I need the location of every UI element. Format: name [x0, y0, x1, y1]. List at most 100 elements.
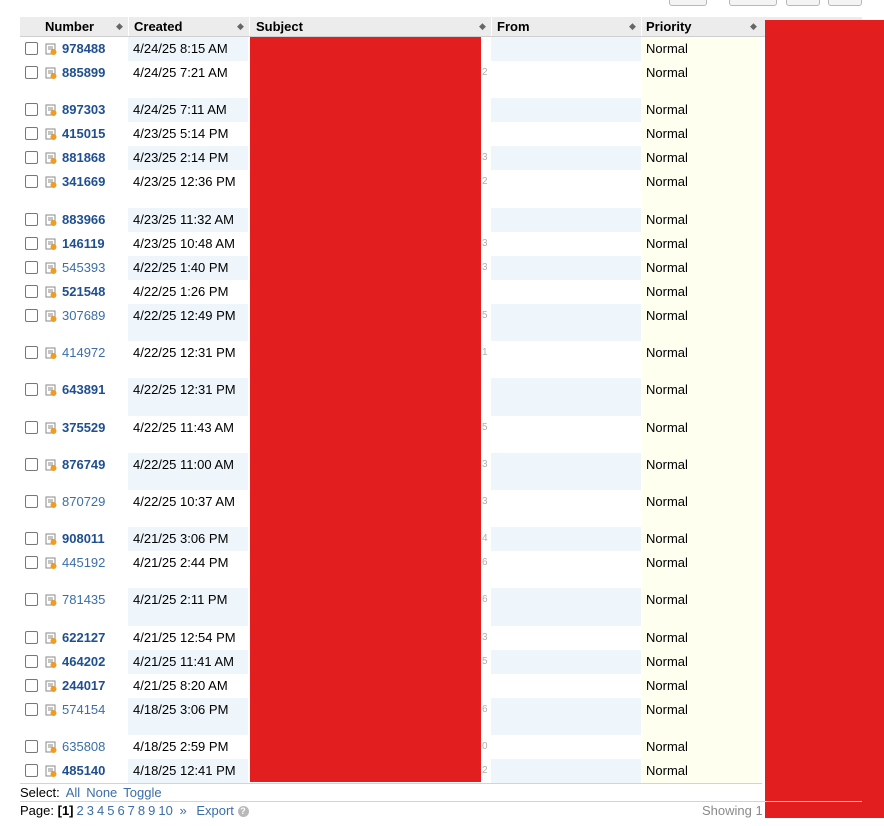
ticket-number-link[interactable]: 870729 — [62, 493, 105, 511]
select-all-link[interactable]: All — [66, 785, 80, 800]
ticket-number-link[interactable]: 545393 — [62, 259, 105, 277]
thread-count: 2 — [482, 176, 488, 187]
sort-arrows-icon[interactable]: ◆ — [750, 17, 757, 36]
select-none-link[interactable]: None — [86, 785, 117, 800]
priority-value: Normal — [646, 284, 688, 299]
select-toggle-link[interactable]: Toggle — [123, 785, 161, 800]
ticket-icon — [45, 384, 57, 396]
column-header-from[interactable]: From — [497, 17, 530, 36]
row-checkbox[interactable] — [25, 127, 38, 140]
ticket-number-link[interactable]: 881868 — [62, 149, 105, 167]
ticket-number-link[interactable]: 146119 — [62, 235, 105, 253]
page-link[interactable]: 8 — [138, 803, 145, 818]
ticket-number-link[interactable]: 341669 — [62, 173, 105, 191]
row-checkbox[interactable] — [25, 346, 38, 359]
created-date: 4/22/25 1:26 PM — [133, 284, 229, 299]
ticket-number-link[interactable]: 876749 — [62, 456, 105, 474]
row-checkbox[interactable] — [25, 703, 38, 716]
row-checkbox[interactable] — [25, 383, 38, 396]
select-bar: Select: All None Toggle — [20, 785, 162, 800]
help-icon[interactable]: ? — [237, 806, 249, 818]
toolbar-button[interactable] — [828, 0, 862, 6]
ticket-icon — [45, 310, 57, 322]
row-checkbox[interactable] — [25, 532, 38, 545]
created-date: 4/22/25 1:40 PM — [133, 260, 229, 275]
page-link[interactable]: 5 — [107, 803, 114, 818]
ticket-number-link[interactable]: 622127 — [62, 629, 105, 647]
toolbar-button[interactable] — [729, 0, 777, 6]
row-checkbox[interactable] — [25, 285, 38, 298]
ticket-number-link[interactable]: 635808 — [62, 738, 105, 756]
row-checkbox[interactable] — [25, 764, 38, 777]
row-checkbox[interactable] — [25, 631, 38, 644]
page-link[interactable]: 2 — [77, 803, 84, 818]
page-link[interactable]: 3 — [87, 803, 94, 818]
ticket-number-link[interactable]: 244017 — [62, 677, 105, 695]
ticket-number-link[interactable]: 897303 — [62, 101, 105, 119]
created-date: 4/23/25 12:36 PM — [133, 174, 236, 189]
thread-count: 3 — [482, 238, 488, 249]
ticket-number-link[interactable]: 414972 — [62, 344, 105, 362]
row-checkbox[interactable] — [25, 42, 38, 55]
page-link[interactable]: 6 — [117, 803, 124, 818]
row-checkbox[interactable] — [25, 655, 38, 668]
ticket-icon — [45, 262, 57, 274]
page-link[interactable]: 10 — [158, 803, 172, 818]
row-checkbox[interactable] — [25, 740, 38, 753]
row-checkbox[interactable] — [25, 175, 38, 188]
ticket-number-link[interactable]: 375529 — [62, 419, 105, 437]
row-checkbox[interactable] — [25, 556, 38, 569]
sort-arrows-icon[interactable]: ◆ — [237, 17, 244, 36]
ticket-number-link[interactable]: 883966 — [62, 211, 105, 229]
export-link[interactable]: Export — [196, 803, 234, 818]
sort-arrows-icon[interactable]: ◆ — [629, 17, 636, 36]
column-header-number[interactable]: Number — [45, 17, 94, 36]
created-date: 4/23/25 5:14 PM — [133, 126, 229, 141]
row-checkbox[interactable] — [25, 495, 38, 508]
row-checkbox[interactable] — [25, 151, 38, 164]
ticket-number-link[interactable]: 415015 — [62, 125, 105, 143]
row-checkbox[interactable] — [25, 679, 38, 692]
ticket-icon — [45, 214, 57, 226]
row-checkbox[interactable] — [25, 421, 38, 434]
top-toolbar — [0, 0, 884, 6]
priority-value: Normal — [646, 382, 688, 397]
row-checkbox[interactable] — [25, 261, 38, 274]
column-header-priority[interactable]: Priority — [646, 17, 692, 36]
row-checkbox[interactable] — [25, 213, 38, 226]
row-checkbox[interactable] — [25, 309, 38, 322]
ticket-number-link[interactable]: 574154 — [62, 701, 105, 719]
ticket-number-link[interactable]: 781435 — [62, 591, 105, 609]
ticket-number-link[interactable]: 885899 — [62, 64, 105, 82]
column-header-created[interactable]: Created — [134, 17, 182, 36]
row-checkbox[interactable] — [25, 593, 38, 606]
ticket-number-link[interactable]: 464202 — [62, 653, 105, 671]
row-checkbox[interactable] — [25, 103, 38, 116]
ticket-number-link[interactable]: 978488 — [62, 40, 105, 58]
page-link[interactable]: 7 — [128, 803, 135, 818]
ticket-number-link[interactable]: 307689 — [62, 307, 105, 325]
row-checkbox[interactable] — [25, 458, 38, 471]
created-date: 4/22/25 11:00 AM — [133, 457, 234, 472]
created-date: 4/22/25 12:31 PM — [133, 345, 236, 360]
next-page-link[interactable]: » — [179, 803, 186, 818]
priority-value: Normal — [646, 236, 688, 251]
ticket-number-link[interactable]: 521548 — [62, 283, 105, 301]
page-link[interactable]: 9 — [148, 803, 155, 818]
ticket-number-link[interactable]: 908011 — [62, 530, 105, 548]
row-checkbox[interactable] — [25, 237, 38, 250]
showing-count: Showing 1 — [702, 803, 763, 818]
created-date: 4/22/25 12:49 PM — [133, 308, 236, 323]
ticket-icon — [45, 238, 57, 250]
sort-arrows-icon[interactable]: ◆ — [479, 17, 486, 36]
ticket-number-link[interactable]: 643891 — [62, 381, 105, 399]
ticket-number-link[interactable]: 485140 — [62, 762, 105, 780]
column-header-subject[interactable]: Subject — [256, 17, 303, 36]
thread-count: 5 — [482, 310, 488, 321]
toolbar-button[interactable] — [669, 0, 707, 6]
ticket-number-link[interactable]: 445192 — [62, 554, 105, 572]
toolbar-button[interactable] — [786, 0, 820, 6]
row-checkbox[interactable] — [25, 66, 38, 79]
page-link[interactable]: 4 — [97, 803, 104, 818]
sort-arrows-icon[interactable]: ◆ — [116, 17, 123, 36]
